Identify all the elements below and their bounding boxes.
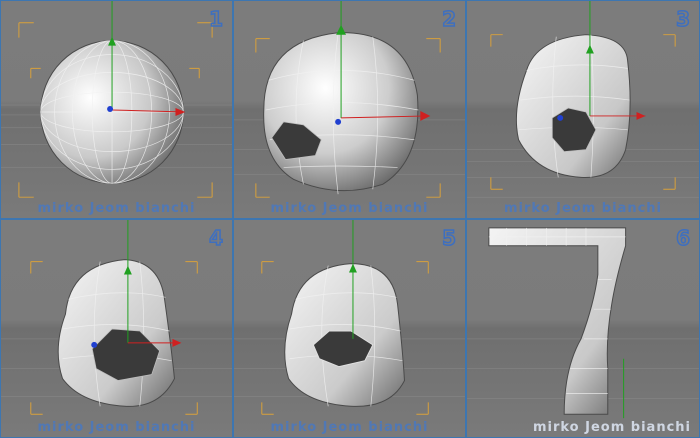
viewport-3-scene [467, 1, 699, 198]
panel-number-1: 1 [208, 6, 224, 32]
viewport-grid: 1 mirko Jeom bianchi 2 mirko Jeom bianch… [0, 0, 700, 438]
viewport-panel-1[interactable]: 1 mirko Jeom bianchi [0, 0, 233, 219]
viewport-2-scene [234, 1, 465, 198]
head-mesh-profile [488, 227, 627, 415]
watermark-3: mirko Jeom bianchi [503, 201, 663, 216]
watermark-2: mirko Jeom bianchi [270, 201, 429, 216]
viewport-5-scene [234, 220, 465, 415]
panel-number-3: 3 [675, 6, 691, 32]
panel-number-5: 5 [441, 225, 457, 251]
watermark-5: mirko Jeom bianchi [270, 420, 429, 435]
panel-number-4: 4 [208, 225, 224, 251]
watermark-6: mirko Jeom bianchi [532, 420, 691, 435]
viewport-panel-4[interactable]: 4 mirko Jeom bianchi [0, 219, 233, 438]
panel-number-6: 6 [675, 225, 691, 251]
watermark-1: mirko Jeom bianchi [37, 201, 196, 216]
panel-number-2: 2 [441, 6, 457, 32]
viewport-panel-6[interactable]: 6 mirko Jeom bianchi [466, 219, 700, 438]
viewport-panel-5[interactable]: 5 mirko Jeom bianchi [233, 219, 466, 438]
viewport-4-scene [1, 220, 232, 415]
viewport-panel-2[interactable]: 2 mirko Jeom bianchi [233, 0, 466, 219]
head-mesh [515, 34, 631, 178]
viewport-6-scene [467, 227, 699, 419]
viewport-panel-3[interactable]: 3 mirko Jeom bianchi [466, 0, 700, 219]
watermark-4: mirko Jeom bianchi [37, 420, 196, 435]
viewport-1-scene [1, 1, 232, 198]
